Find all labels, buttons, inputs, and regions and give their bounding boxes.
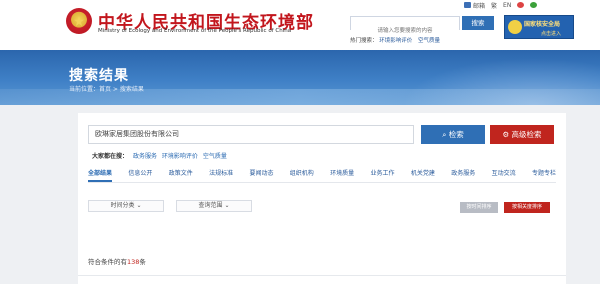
hot-item-air[interactable]: 空气质量 bbox=[418, 38, 440, 44]
tab-news[interactable]: 要闻动态 bbox=[249, 168, 273, 182]
result-count: 符合条件的有138条 bbox=[88, 256, 146, 266]
tab-interaction[interactable]: 互动交流 bbox=[492, 168, 516, 182]
category-gov-service[interactable]: 政务服务 bbox=[133, 153, 157, 160]
top-search-button[interactable]: 搜索 bbox=[462, 16, 494, 30]
page-banner: 搜索结果 当前位置：首页 > 搜索结果 bbox=[0, 50, 600, 105]
top-links: 邮箱 繁 EN bbox=[464, 0, 538, 10]
tab-policy-docs[interactable]: 政策文件 bbox=[169, 168, 193, 182]
chevron-down-icon: ⌄ bbox=[136, 202, 142, 209]
popular-label: 大家都在搜： bbox=[92, 153, 129, 160]
tab-business[interactable]: 业务工作 bbox=[371, 168, 395, 182]
tab-env-quality[interactable]: 环境质量 bbox=[330, 168, 354, 182]
tab-party-building[interactable]: 机关党建 bbox=[411, 168, 435, 182]
english-link[interactable]: EN bbox=[503, 2, 511, 9]
result-count-suffix: 条 bbox=[139, 258, 146, 266]
hot-label: 热门搜索： bbox=[350, 38, 378, 44]
page: 中华人民共和国生态环境部 Ministry of Ecology and Env… bbox=[0, 0, 600, 284]
weibo-link[interactable] bbox=[517, 2, 525, 8]
search-button-label: 检索 bbox=[448, 130, 464, 139]
header: 中华人民共和国生态环境部 Ministry of Ecology and Env… bbox=[0, 0, 600, 50]
mailbox-link[interactable]: 邮箱 bbox=[464, 1, 485, 10]
scope-filter-label: 查询范围 bbox=[198, 202, 223, 209]
advanced-search-button[interactable]: ⚙ 高级检索 bbox=[490, 125, 554, 144]
wechat-link[interactable] bbox=[530, 2, 538, 8]
nsa-subtitle: 点击进入 bbox=[541, 31, 562, 37]
nsa-title: 国家核安全局 bbox=[524, 21, 561, 28]
category-eia[interactable]: 环境影响评价 bbox=[162, 153, 198, 160]
top-search-input[interactable] bbox=[351, 24, 459, 37]
sort-by-time-button[interactable]: 按时间排序 bbox=[460, 202, 498, 213]
weibo-icon bbox=[517, 2, 525, 8]
popular-categories: 大家都在搜： 政务服务 环境影响评价 空气质量 bbox=[92, 151, 227, 160]
advanced-search-label: 高级检索 bbox=[511, 130, 542, 139]
breadcrumb[interactable]: 当前位置：首页 > 搜索结果 bbox=[69, 84, 144, 93]
national-emblem-icon bbox=[66, 8, 92, 34]
tab-laws-standards[interactable]: 法规标准 bbox=[209, 168, 233, 182]
chevron-down-icon: ⌄ bbox=[224, 202, 230, 209]
tab-info-disclosure[interactable]: 信息公开 bbox=[128, 168, 152, 182]
site-subtitle: Ministry of Ecology and Environment of t… bbox=[98, 28, 292, 34]
hot-searches: 热门搜索： 环境影响评价 空气质量 bbox=[350, 36, 440, 44]
tab-organization[interactable]: 组织机构 bbox=[290, 168, 314, 182]
result-tabs: 全部结果 信息公开 政策文件 法规标准 要闻动态 组织机构 环境质量 业务工作 … bbox=[88, 168, 556, 182]
search-input[interactable]: 欧琳家居集团股份有限公司 bbox=[88, 125, 414, 144]
page-title: 搜索结果 bbox=[69, 68, 129, 84]
nsa-logo-icon bbox=[508, 20, 522, 34]
tab-all-results[interactable]: 全部结果 bbox=[88, 168, 113, 182]
search-button[interactable]: ⌕ 检索 bbox=[421, 125, 485, 144]
result-count-prefix: 符合条件的有 bbox=[88, 258, 127, 266]
tabs-divider bbox=[88, 182, 556, 183]
mail-icon bbox=[464, 2, 471, 8]
sort-by-relevance-button[interactable]: 按相关度排序 bbox=[504, 202, 550, 213]
time-filter-dropdown[interactable]: 时间分类 ⌄ bbox=[88, 200, 164, 212]
results-divider bbox=[78, 275, 566, 276]
time-filter-label: 时间分类 bbox=[110, 202, 135, 209]
tab-special-topics[interactable]: 专题专栏 bbox=[532, 168, 556, 182]
result-count-number: 138 bbox=[127, 258, 140, 266]
nuclear-safety-banner[interactable]: 国家核安全局 点击进入 bbox=[504, 15, 574, 39]
scope-filter-dropdown[interactable]: 查询范围 ⌄ bbox=[176, 200, 252, 212]
top-search-field[interactable] bbox=[350, 16, 460, 37]
traditional-link[interactable]: 繁 bbox=[491, 1, 497, 10]
category-air-quality[interactable]: 空气质量 bbox=[203, 153, 227, 160]
wechat-icon bbox=[530, 2, 538, 8]
tab-gov-service[interactable]: 政务服务 bbox=[451, 168, 475, 182]
hot-item-eia[interactable]: 环境影响评价 bbox=[379, 38, 412, 44]
